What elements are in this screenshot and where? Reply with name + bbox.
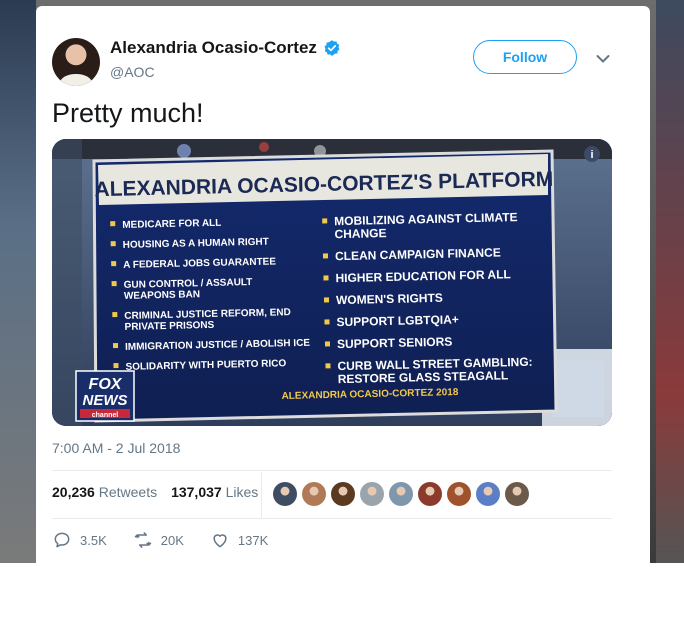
- reply-icon: [54, 532, 70, 548]
- liker-avatar[interactable]: [505, 482, 529, 506]
- liker-avatar[interactable]: [360, 482, 384, 506]
- platform-bullet: [323, 275, 329, 281]
- likes-stat[interactable]: 137,037 Likes: [171, 484, 258, 500]
- platform-item-1: MEDICARE FOR ALL: [122, 218, 221, 231]
- user-handle[interactable]: @AOC: [110, 64, 155, 80]
- svg-text:FOX: FOX: [89, 376, 123, 393]
- tweet-card: Alexandria Ocasio-Cortez @AOC Follow Pre…: [36, 6, 650, 563]
- heart-icon: [213, 534, 227, 548]
- stats-divider-bottom: [52, 518, 612, 519]
- liker-avatar[interactable]: [273, 482, 297, 506]
- retweet-action[interactable]: 20K: [133, 530, 184, 550]
- platform-bullet: [112, 343, 119, 349]
- svg-text:NEWS: NEWS: [83, 392, 128, 409]
- follow-button[interactable]: Follow: [473, 40, 577, 74]
- liker-avatar[interactable]: [418, 482, 442, 506]
- platform-item-1: CHANGE: [334, 226, 386, 241]
- platform-screen-image: i ALEXANDRIA OCASIO-CORTEZ'S PLATFORM ME…: [52, 139, 612, 426]
- svg-text:channel: channel: [92, 412, 119, 419]
- platform-bullet: [111, 261, 117, 267]
- platform-bullet: [324, 319, 330, 325]
- platform-bullet: [323, 297, 330, 303]
- platform-bullet: [111, 281, 117, 287]
- platform-bullet: [322, 218, 328, 224]
- retweets-count: 20,236: [52, 484, 95, 500]
- reply-action[interactable]: 3.5K: [52, 530, 107, 550]
- platform-bullet: [112, 312, 118, 318]
- likes-label: Likes: [225, 484, 259, 500]
- fox-news-logo: FOX NEWS channel: [75, 370, 135, 422]
- retweet-count: 20K: [160, 532, 184, 548]
- svg-text:i: i: [590, 149, 593, 161]
- stats-divider-top: [52, 470, 612, 471]
- stats-vertical-divider: [261, 472, 262, 518]
- platform-item-5: SUPPORT LGBTQIA+: [336, 312, 459, 329]
- tweet-text: Pretty much!: [52, 98, 204, 128]
- liker-avatar[interactable]: [476, 482, 500, 506]
- avatar-shoulders: [60, 74, 92, 86]
- platform-item-4: WOMEN'S RIGHTS: [336, 291, 443, 307]
- retweets-stat[interactable]: 20,236 Retweets: [52, 484, 157, 500]
- reply-count: 3.5K: [80, 532, 107, 548]
- avatar[interactable]: [52, 38, 100, 86]
- tweet-media[interactable]: i ALEXANDRIA OCASIO-CORTEZ'S PLATFORM ME…: [52, 139, 612, 426]
- platform-bullet: [324, 341, 331, 347]
- like-action[interactable]: 137K: [210, 530, 268, 550]
- platform-bullet: [110, 221, 116, 227]
- retweet-icon: [134, 532, 151, 548]
- backdrop-right-strip: [656, 0, 684, 563]
- platform-bullet: [113, 363, 119, 369]
- liker-avatar[interactable]: [447, 482, 471, 506]
- retweets-label: Retweets: [98, 484, 158, 500]
- verified-badge-icon: [324, 40, 340, 56]
- chevron-down-icon[interactable]: [596, 54, 610, 64]
- platform-item-4: WEAPONS BAN: [124, 289, 200, 302]
- tweet-actions: 3.5K 20K 137K: [52, 530, 268, 550]
- platform-item-5: PRIVATE PRISONS: [124, 320, 214, 333]
- engagement-stats: 20,236 Retweets 137,037 Likes: [52, 484, 258, 500]
- backdrop-left-strip: [0, 0, 36, 563]
- platform-item-6: SUPPORT SENIORS: [337, 335, 453, 352]
- display-name[interactable]: Alexandria Ocasio-Cortez: [110, 38, 317, 58]
- like-count: 137K: [237, 532, 269, 548]
- platform-bullet: [325, 363, 331, 369]
- platform-bullet: [110, 241, 116, 247]
- likes-count: 137,037: [171, 484, 222, 500]
- tweet-timestamp[interactable]: 7:00 AM - 2 Jul 2018: [52, 440, 180, 456]
- platform-bullet: [322, 253, 329, 259]
- liker-avatar[interactable]: [302, 482, 326, 506]
- liker-avatar[interactable]: [331, 482, 355, 506]
- display-name-row[interactable]: Alexandria Ocasio-Cortez: [110, 38, 341, 58]
- liker-avatars: [273, 482, 529, 506]
- liker-avatar[interactable]: [389, 482, 413, 506]
